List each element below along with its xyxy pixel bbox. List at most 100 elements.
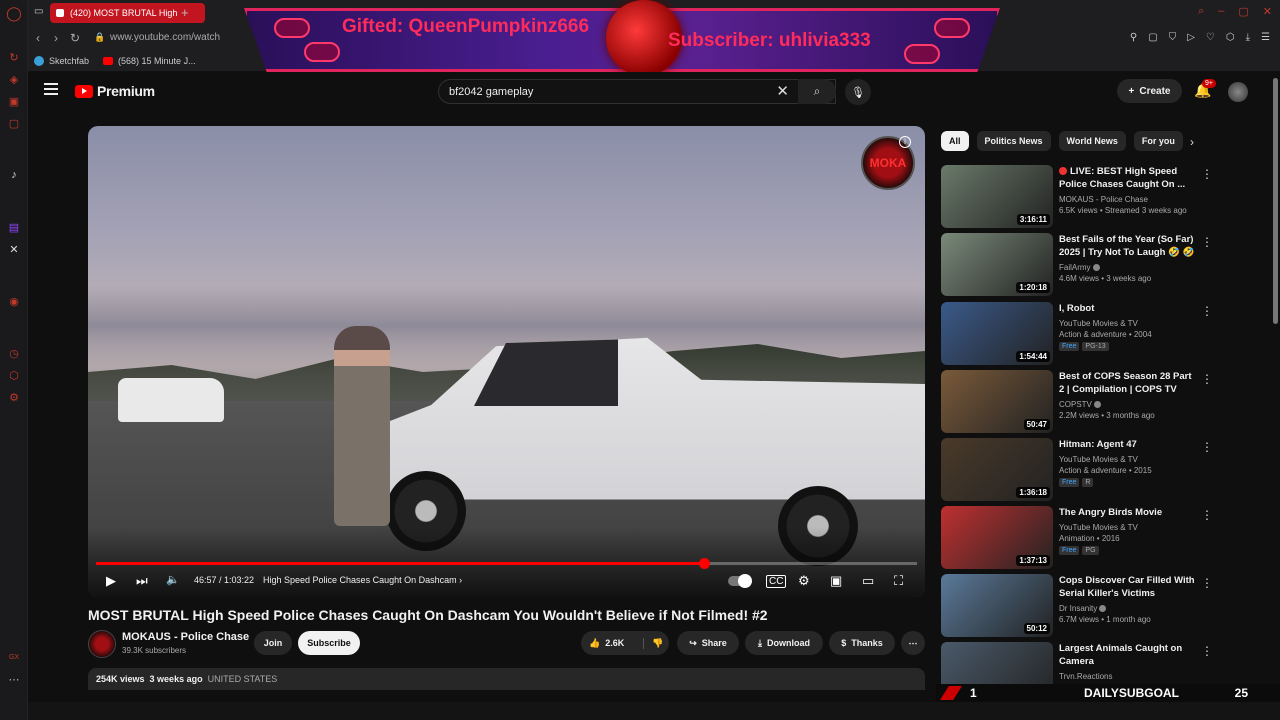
recommendation-channel[interactable]: YouTube Movies & TV xyxy=(1059,454,1199,465)
description-box[interactable]: 254K views 3 weeks ago UNITED STATES xyxy=(88,668,925,690)
download-button[interactable]: ⤓ Download xyxy=(745,631,823,655)
share-button[interactable]: ↪ Share xyxy=(677,631,739,655)
play-icon[interactable]: ▶ xyxy=(106,573,116,589)
voice-search-button[interactable]: 🎙 xyxy=(845,79,871,105)
minimize-icon[interactable]: – xyxy=(1218,5,1224,18)
recommendation-item[interactable]: 1:37:13 The Angry Birds Movie YouTube Movi… xyxy=(941,506,1271,570)
shield-icon[interactable]: ⛉ xyxy=(1169,32,1177,43)
recommendation-title[interactable]: Largest Animals Caught on Camera xyxy=(1059,642,1199,668)
chip-politics-news[interactable]: Politics News xyxy=(976,131,1051,151)
more-icon[interactable]: ⋯ xyxy=(7,672,21,686)
more-options-icon[interactable]: ⋮ xyxy=(1201,508,1213,522)
opera-logo-icon[interactable]: ◯ xyxy=(6,5,22,21)
video-thumbnail[interactable]: 3:16:11 xyxy=(941,165,1053,228)
more-options-icon[interactable]: ⋮ xyxy=(1201,304,1213,318)
clear-search-icon[interactable]: ✕ xyxy=(776,82,789,100)
reload-icon[interactable]: ↻ xyxy=(70,31,80,45)
menu-icon[interactable]: ☰ xyxy=(1261,32,1270,43)
recommendation-channel[interactable]: COPSTV xyxy=(1059,399,1199,410)
youtube-logo[interactable]: Premium xyxy=(75,83,155,99)
search-button[interactable]: ⌕ xyxy=(798,79,836,104)
new-tab-button[interactable]: + xyxy=(181,5,189,20)
video-thumbnail[interactable]: 1:37:13 xyxy=(941,506,1053,569)
thanks-button[interactable]: $ Thanks xyxy=(829,631,895,655)
info-icon[interactable]: i xyxy=(899,136,911,148)
more-options-icon[interactable]: ⋮ xyxy=(1201,372,1213,386)
recommendation-channel[interactable]: YouTube Movies & TV xyxy=(1059,318,1199,329)
chevron-right-icon[interactable]: › xyxy=(1190,135,1194,149)
player-icon[interactable]: ◉ xyxy=(7,294,21,308)
ai-icon[interactable]: ◈ xyxy=(7,72,21,86)
video-thumbnail[interactable]: 1:36:18 xyxy=(941,438,1053,501)
next-icon[interactable]: ⏭ xyxy=(136,573,148,589)
back-icon[interactable]: ‹ xyxy=(36,31,40,45)
recommendation-item[interactable]: 1:36:18 Hitman: Agent 47 YouTube Movies & … xyxy=(941,438,1271,502)
create-button[interactable]: + Create xyxy=(1117,79,1182,103)
recommendation-title[interactable]: Hitman: Agent 47 xyxy=(1059,438,1199,451)
recommendation-item[interactable]: 1:54:44 I, Robot YouTube Movies & TV Action… xyxy=(941,302,1271,366)
settings-gear-icon[interactable]: ⚙ xyxy=(798,573,810,589)
video-player[interactable]: MOKA i ▶ ⏭ 🔈 46:57 / 1:03:22 High Speed … xyxy=(88,126,925,597)
messenger-icon[interactable]: ▢ xyxy=(7,116,21,130)
recommendation-channel[interactable]: MOKAUS - Police Chase xyxy=(1059,194,1199,205)
miniplayer-icon[interactable]: ▣ xyxy=(830,573,842,589)
heart-icon[interactable]: ♡ xyxy=(1206,32,1215,43)
channel-name[interactable]: MOKAUS - Police Chase xyxy=(122,631,249,643)
recommendation-channel[interactable]: FailArmy xyxy=(1059,262,1199,273)
extensions-icon[interactable]: ⬡ xyxy=(7,368,21,382)
captions-icon[interactable]: CC xyxy=(766,575,787,588)
settings-icon[interactable]: ⚙ xyxy=(7,390,21,404)
recommendation-title[interactable]: Best Fails of the Year (So Far) 2025 | T… xyxy=(1059,233,1199,259)
recommendation-title[interactable]: The Angry Birds Movie xyxy=(1059,506,1199,519)
bookmark-sketchfab[interactable]: Sketchfab xyxy=(34,55,89,66)
volume-icon[interactable]: 🔈 xyxy=(166,573,180,586)
url-field[interactable]: www.youtube.com/watch xyxy=(110,32,220,43)
like-count[interactable]: 2.6K xyxy=(605,638,624,648)
x-icon[interactable]: ✕ xyxy=(7,242,21,256)
video-thumbnail[interactable]: 50:47 xyxy=(941,370,1053,433)
more-options-icon[interactable]: ⋮ xyxy=(1201,167,1213,181)
download-icon[interactable]: ⤓ xyxy=(1246,32,1250,43)
recommendation-channel[interactable]: YouTube Movies & TV xyxy=(1059,522,1199,533)
video-thumbnail[interactable]: 1:20:18 xyxy=(941,233,1053,296)
subscribe-button[interactable]: Subscribe xyxy=(298,631,360,655)
like-icon[interactable]: 👍 xyxy=(589,638,600,649)
theater-mode-icon[interactable]: ▭ xyxy=(862,573,874,589)
search-tabs-icon[interactable]: ⌕ xyxy=(1198,5,1204,18)
extension-icon[interactable]: ⬡ xyxy=(1226,32,1235,43)
chip-world-news[interactable]: World News xyxy=(1058,131,1126,151)
forward-icon[interactable]: › xyxy=(54,31,58,45)
snapshot-icon[interactable]: ▢ xyxy=(1148,32,1157,43)
recommendation-title[interactable]: LIVE: BEST High Speed Police Chases Caug… xyxy=(1059,165,1199,191)
autoplay-toggle[interactable] xyxy=(728,574,752,588)
chapter-title[interactable]: High Speed Police Chases Caught On Dashc… xyxy=(263,575,462,585)
history-icon[interactable]: ◷ xyxy=(7,346,21,360)
recommendation-item[interactable]: 3:16:11 LIVE: BEST High Speed Police Chas… xyxy=(941,165,1271,229)
more-actions-button[interactable]: ⋯ xyxy=(901,631,925,655)
recommendation-title[interactable]: I, Robot xyxy=(1059,302,1199,315)
twitch-icon[interactable]: ▤ xyxy=(7,220,21,234)
more-options-icon[interactable]: ⋮ xyxy=(1201,235,1213,249)
recommendation-item[interactable]: 50:12 Cops Discover Car Filled With Seria… xyxy=(941,574,1271,638)
bookmark-youtube[interactable]: (568) 15 Minute J... xyxy=(103,56,196,66)
close-window-icon[interactable]: ✕ xyxy=(1263,5,1272,18)
wallet-icon[interactable]: ▣ xyxy=(7,94,21,108)
more-options-icon[interactable]: ⋮ xyxy=(1201,576,1213,590)
gx-icon[interactable]: GX xyxy=(7,650,21,664)
chip-for-you[interactable]: For you xyxy=(1133,131,1183,151)
chip-all[interactable]: All xyxy=(941,131,969,151)
guide-menu-icon[interactable] xyxy=(44,83,58,95)
refresh-icon[interactable]: ↻ xyxy=(7,50,21,64)
recommendation-item[interactable]: 1:20:18 Best Fails of the Year (So Far) 2… xyxy=(941,233,1271,297)
recommendation-channel[interactable]: Trvn.Reactions xyxy=(1059,671,1199,682)
search-input[interactable]: bf2042 gameplay ✕ xyxy=(438,79,836,104)
join-button[interactable]: Join xyxy=(254,631,292,655)
fullscreen-icon[interactable]: ⛶ xyxy=(894,573,903,589)
recommendation-title[interactable]: Cops Discover Car Filled With Serial Kil… xyxy=(1059,574,1199,600)
maximize-icon[interactable]: ▢ xyxy=(1238,5,1248,18)
recommendation-title[interactable]: Best of COPS Season 28 Part 2 | Compilat… xyxy=(1059,370,1199,396)
account-avatar[interactable] xyxy=(1228,82,1248,102)
recommendation-item[interactable]: 50:47 Best of COPS Season 28 Part 2 | Com… xyxy=(941,370,1271,434)
recommendation-channel[interactable]: Dr Insanity xyxy=(1059,603,1199,614)
video-thumbnail[interactable]: 50:12 xyxy=(941,574,1053,637)
